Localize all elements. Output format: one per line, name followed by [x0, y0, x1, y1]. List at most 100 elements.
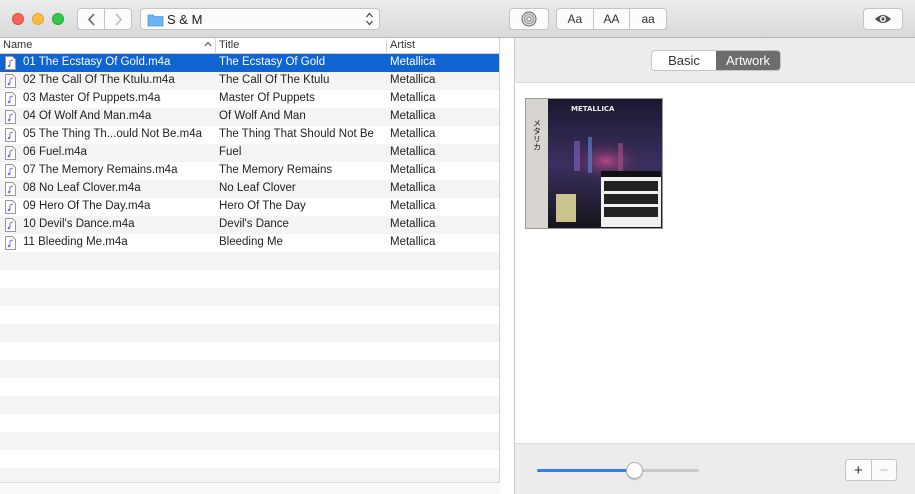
table-row[interactable]: 04 Of Wolf And Man.m4a Of Wolf And Man M…	[0, 108, 500, 126]
column-header-artist[interactable]: Artist	[386, 39, 500, 53]
file-name-cell: 06 Fuel.m4a	[23, 146, 87, 158]
file-table: Name Title Artist 01 The Ecstasy Of Gold…	[0, 38, 500, 494]
artist-cell[interactable]: Metallica	[390, 74, 495, 86]
table-row[interactable]: 09 Hero Of The Day.m4a Hero Of The Day M…	[0, 198, 500, 216]
back-forward-control	[77, 8, 132, 30]
zoom-window-button[interactable]	[52, 13, 64, 25]
empty-row	[0, 360, 500, 378]
updown-arrows-icon	[366, 12, 373, 26]
artwork-zoom-slider[interactable]	[625, 462, 643, 479]
table-row[interactable]: 01 The Ecstasy Of Gold.m4a The Ecstasy O…	[0, 54, 500, 72]
audio-file-icon	[5, 128, 16, 142]
artwork-zoom-track[interactable]	[537, 469, 699, 472]
lowercase-button[interactable]: aa	[629, 9, 666, 29]
artist-cell[interactable]: Metallica	[390, 128, 495, 140]
column-header-title[interactable]: Title	[215, 39, 385, 53]
title-cell[interactable]: No Leaf Clover	[219, 182, 383, 194]
artist-cell[interactable]: Metallica	[390, 146, 495, 158]
artwork-zoom-fill	[537, 469, 635, 472]
table-row[interactable]: 08 No Leaf Clover.m4a No Leaf Clover Met…	[0, 180, 500, 198]
empty-row	[0, 306, 500, 324]
empty-row	[0, 324, 500, 342]
chevron-right-icon	[114, 12, 122, 26]
audio-file-icon	[5, 182, 16, 196]
tab-artwork[interactable]: Artwork	[716, 51, 780, 70]
title-case-button[interactable]: Aa	[557, 9, 593, 29]
title-cell[interactable]: Devil's Dance	[219, 218, 383, 230]
back-button[interactable]	[78, 9, 104, 29]
cd-lookup-button[interactable]	[509, 8, 549, 30]
table-row[interactable]: 11 Bleeding Me.m4a Bleeding Me Metallica	[0, 234, 500, 252]
folder-path-label: S & M	[167, 12, 203, 27]
sort-ascending-icon	[204, 41, 212, 47]
close-window-button[interactable]	[12, 13, 24, 25]
forward-button[interactable]	[104, 9, 131, 29]
tab-basic[interactable]: Basic	[652, 51, 716, 70]
audio-file-icon	[5, 200, 16, 214]
text-case-control: Aa AA aa	[556, 8, 667, 30]
audio-file-icon	[5, 56, 16, 70]
file-name-cell: 07 The Memory Remains.m4a	[23, 164, 178, 176]
title-cell[interactable]: The Call Of The Ktulu	[219, 74, 383, 86]
artist-cell[interactable]: Metallica	[390, 164, 495, 176]
artwork-band-text: METALLICA	[571, 105, 615, 113]
preview-button[interactable]	[863, 8, 903, 30]
table-rows: 01 The Ecstasy Of Gold.m4a The Ecstasy O…	[0, 54, 500, 486]
artist-cell[interactable]: Metallica	[390, 110, 495, 122]
table-row[interactable]: 07 The Memory Remains.m4a The Memory Rem…	[0, 162, 500, 180]
title-cell[interactable]: The Ecstasy Of Gold	[219, 56, 383, 68]
uppercase-button[interactable]: AA	[592, 9, 630, 29]
title-cell[interactable]: The Memory Remains	[219, 164, 383, 176]
empty-row	[0, 270, 500, 288]
table-row[interactable]: 03 Master Of Puppets.m4a Master Of Puppe…	[0, 90, 500, 108]
chevron-left-icon	[87, 12, 95, 26]
audio-file-icon	[5, 164, 16, 178]
table-row[interactable]: 02 The Call Of The Ktulu.m4a The Call Of…	[0, 72, 500, 90]
artwork-add-remove-control: + −	[845, 459, 897, 481]
album-cover-graphic: メタリカ METALLICA	[526, 99, 662, 228]
audio-file-icon	[5, 146, 16, 160]
album-artwork-image[interactable]: メタリカ METALLICA	[525, 98, 663, 229]
file-name-cell: 04 Of Wolf And Man.m4a	[23, 110, 152, 122]
column-header-name[interactable]: Name	[0, 39, 214, 53]
artist-cell[interactable]: Metallica	[390, 236, 495, 248]
title-cell[interactable]: Fuel	[219, 146, 383, 158]
inspector-pane: Basic Artwork メタリカ METALLICA + −	[514, 38, 915, 494]
artist-cell[interactable]: Metallica	[390, 182, 495, 194]
artist-cell[interactable]: Metallica	[390, 218, 495, 230]
artist-cell[interactable]: Metallica	[390, 92, 495, 104]
table-row[interactable]: 06 Fuel.m4a Fuel Metallica	[0, 144, 500, 162]
audio-file-icon	[5, 74, 16, 88]
table-edge	[499, 38, 500, 494]
title-cell[interactable]: Of Wolf And Man	[219, 110, 383, 122]
table-row[interactable]: 05 The Thing Th...ould Not Be.m4a The Th…	[0, 126, 500, 144]
title-cell[interactable]: Master Of Puppets	[219, 92, 383, 104]
artist-cell[interactable]: Metallica	[390, 56, 495, 68]
audio-file-icon	[5, 110, 16, 124]
file-name-cell: 05 The Thing Th...ould Not Be.m4a	[23, 128, 203, 140]
empty-row	[0, 450, 500, 468]
folder-path-popup[interactable]: S & M	[140, 8, 380, 30]
artwork-well: メタリカ METALLICA	[515, 82, 915, 444]
remove-artwork-button[interactable]: −	[870, 460, 897, 480]
add-artwork-button[interactable]: +	[846, 460, 871, 480]
folder-icon	[147, 14, 164, 27]
table-header: Name Title Artist	[0, 38, 500, 54]
artist-cell[interactable]: Metallica	[390, 200, 495, 212]
minimize-window-button[interactable]	[32, 13, 44, 25]
audio-file-icon	[5, 92, 16, 106]
empty-row	[0, 378, 500, 396]
title-cell[interactable]: The Thing That Should Not Be	[219, 128, 383, 140]
artwork-japanese-text: メタリカ	[533, 119, 542, 151]
file-name-cell: 11 Bleeding Me.m4a	[23, 236, 128, 248]
file-name-cell: 08 No Leaf Clover.m4a	[23, 182, 141, 194]
title-cell[interactable]: Hero Of The Day	[219, 200, 383, 212]
inspector-tab-control: Basic Artwork	[651, 50, 781, 71]
table-row[interactable]: 10 Devil's Dance.m4a Devil's Dance Metal…	[0, 216, 500, 234]
empty-row	[0, 432, 500, 450]
audio-file-icon	[5, 236, 16, 250]
file-name-cell: 02 The Call Of The Ktulu.m4a	[23, 74, 175, 86]
title-cell[interactable]: Bleeding Me	[219, 236, 383, 248]
disc-icon	[521, 11, 537, 27]
eye-icon	[875, 15, 891, 23]
